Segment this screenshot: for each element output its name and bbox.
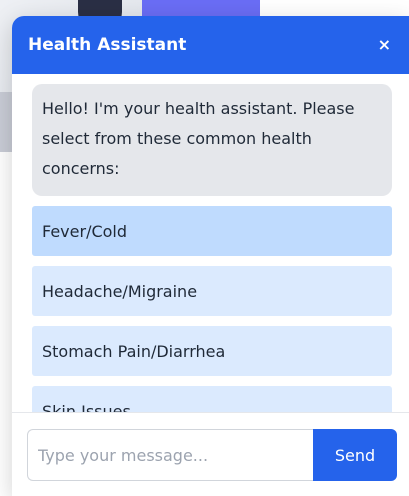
option-label: Fever/Cold [42, 221, 128, 241]
option-skin-issues[interactable]: Skin Issues [32, 386, 392, 412]
option-label: Headache/Migraine [42, 281, 198, 301]
bot-message: Hello! I'm your health assistant. Please… [32, 84, 392, 196]
chat-widget: Health Assistant × Hello! I'm your healt… [12, 16, 409, 496]
close-icon[interactable]: × [378, 37, 391, 53]
chat-title: Health Assistant [28, 35, 187, 55]
page: Health Assistant × Hello! I'm your healt… [0, 0, 409, 496]
chat-header: Health Assistant × [12, 16, 409, 74]
send-button[interactable]: Send [313, 429, 397, 481]
option-fever-cold[interactable]: Fever/Cold [32, 206, 392, 256]
option-headache-migraine[interactable]: Headache/Migraine [32, 266, 392, 316]
message-list[interactable]: Hello! I'm your health assistant. Please… [12, 74, 409, 412]
option-stomach-pain[interactable]: Stomach Pain/Diarrhea [32, 326, 392, 376]
option-label: Stomach Pain/Diarrhea [42, 341, 226, 361]
composer-row: Send [27, 429, 397, 481]
option-label: Skin Issues [42, 401, 131, 413]
chat-composer: Send [12, 412, 409, 496]
message-input[interactable] [27, 429, 313, 481]
